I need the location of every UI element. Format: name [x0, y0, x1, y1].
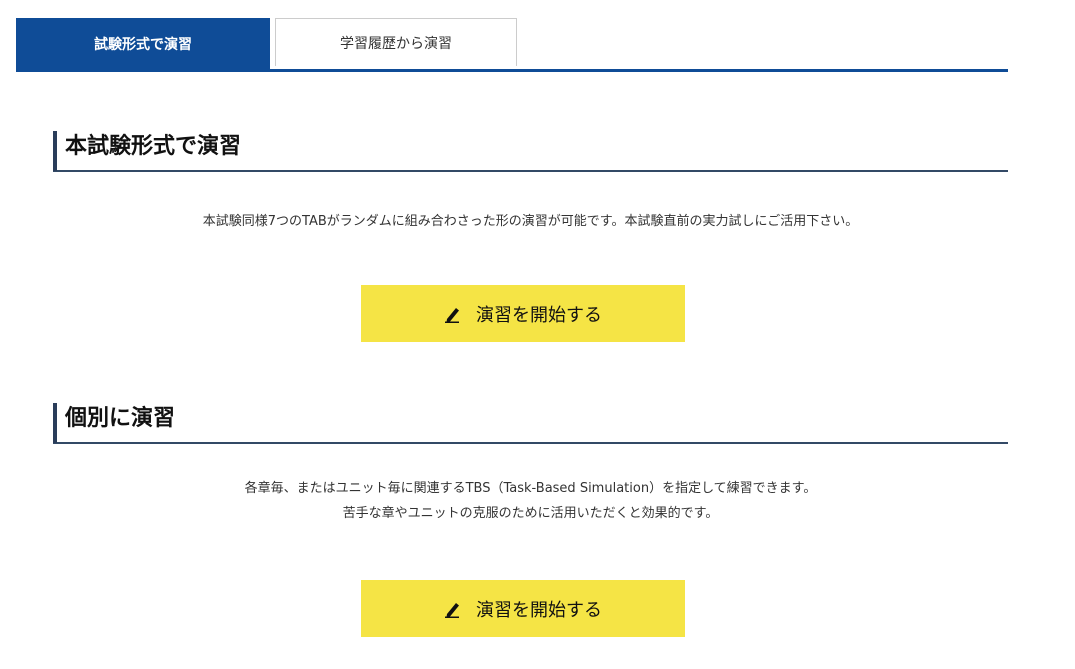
description-line: 各章毎、またはユニット毎に関連するTBS（Task-Based Simulati… [244, 481, 817, 496]
section-title: 本試験形式で演習 [65, 134, 242, 159]
section-description: 本試験同様7つのTABがランダムに組み合わさった形の演習が可能です。本試験直前の… [53, 209, 1008, 234]
start-practice-button-individual[interactable]: 演習を開始する [361, 580, 685, 637]
section-title: 個別に演習 [65, 406, 176, 431]
section-heading-individual: 個別に演習 [53, 402, 1008, 444]
section-description: 各章毎、またはユニット毎に関連するTBS（Task-Based Simulati… [53, 476, 1008, 526]
tab-bar: 試験形式で演習 学習履歴から演習 [16, 18, 1008, 72]
button-label: 演習を開始する [476, 599, 602, 621]
pencil-icon [445, 602, 459, 618]
button-label: 演習を開始する [476, 304, 602, 326]
pencil-icon [445, 307, 459, 323]
tab-exam-format[interactable]: 試験形式で演習 [16, 18, 270, 69]
section-heading-exam-format: 本試験形式で演習 [53, 130, 1008, 172]
start-practice-button-exam[interactable]: 演習を開始する [361, 285, 685, 342]
description-line: 本試験同様7つのTABがランダムに組み合わさった形の演習が可能です。本試験直前の… [202, 214, 859, 229]
description-line: 苦手な章やユニットの克服のために活用いただくと効果的です。 [342, 506, 719, 521]
tab-learning-history[interactable]: 学習履歴から演習 [275, 18, 517, 66]
